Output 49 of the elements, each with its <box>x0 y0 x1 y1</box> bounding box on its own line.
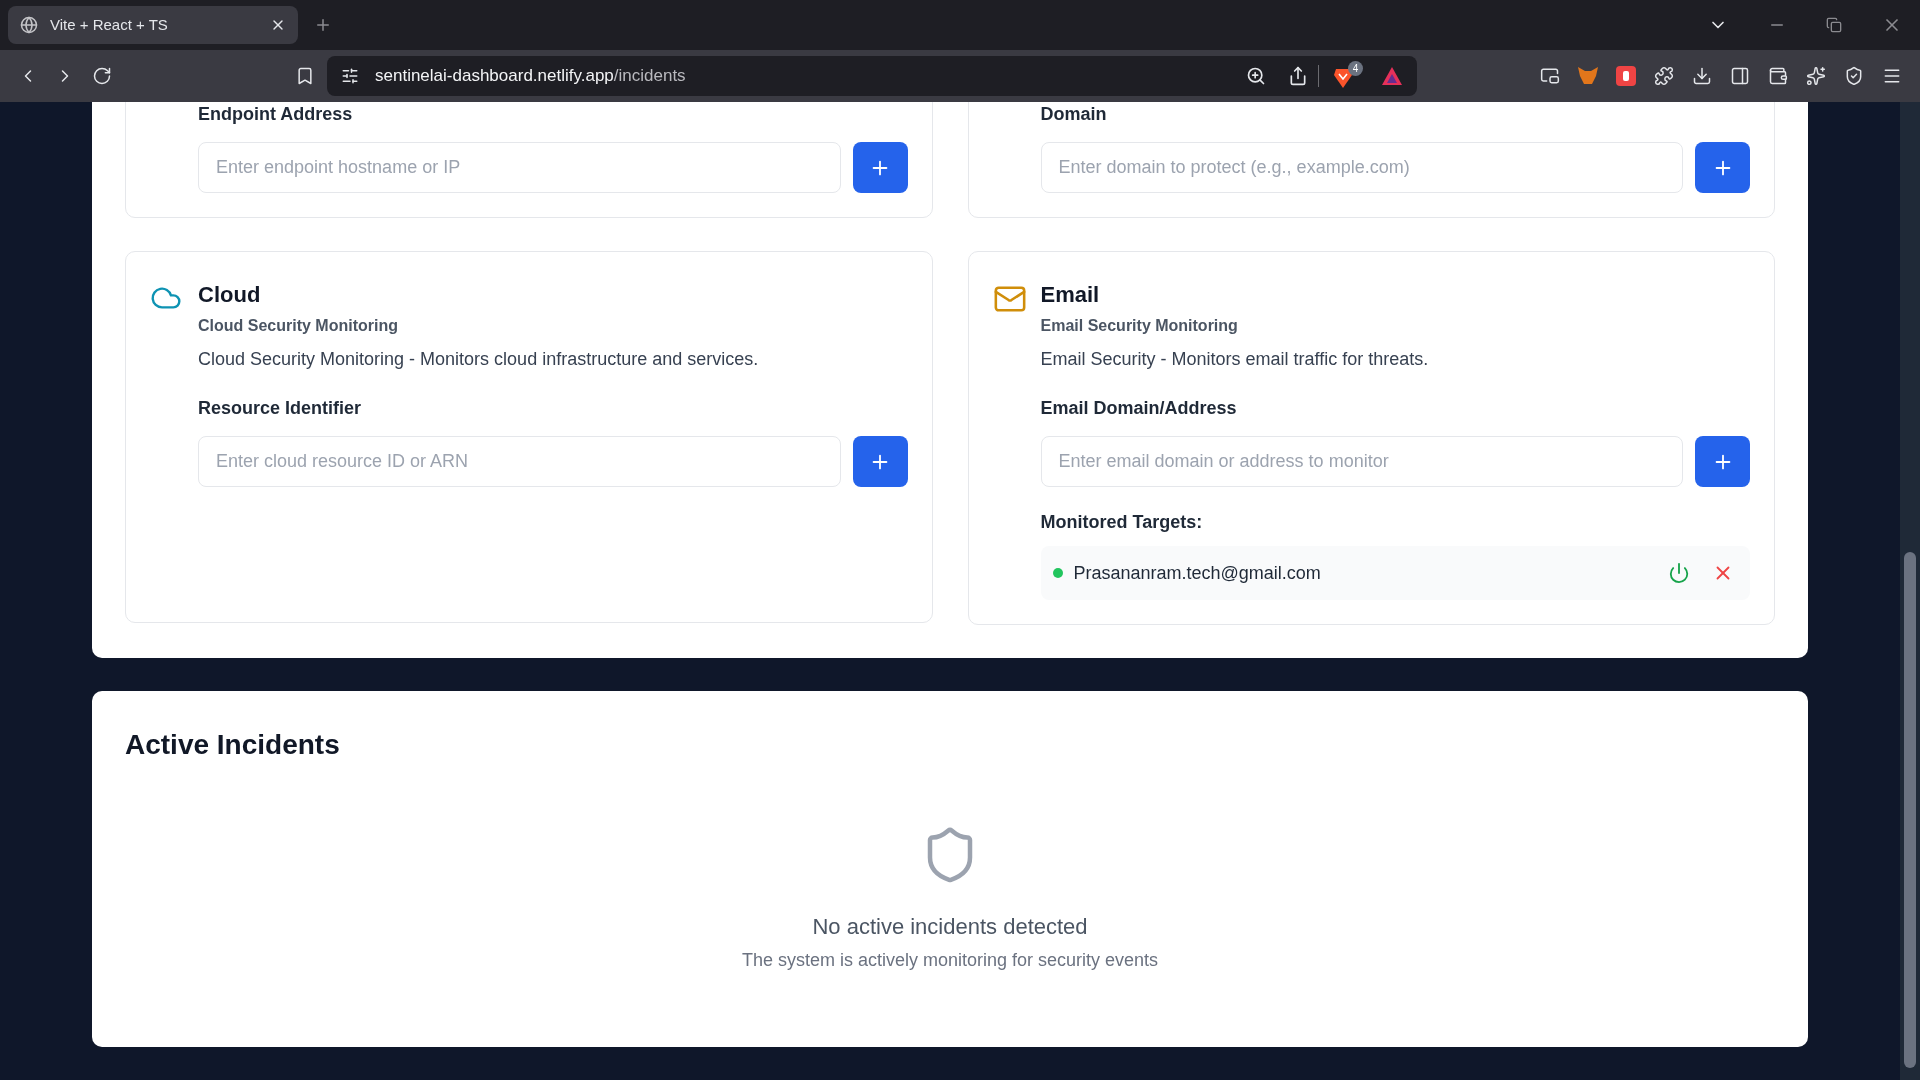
sparkles-icon[interactable] <box>1806 66 1826 86</box>
restore-icon[interactable] <box>1826 17 1842 33</box>
target-address: Prasananram.tech@gmail.com <box>1073 561 1322 585</box>
card-subtitle: Email Security Monitoring <box>1040 316 1239 336</box>
browser-tab[interactable]: Vite + React + TS <box>8 6 298 44</box>
card-description: Email Security - Monitors email traffic for threats. <box>1040 348 1430 371</box>
field-label: Endpoint Address <box>198 103 354 126</box>
input-field[interactable]: Enter domain to protect (e.g., example.com) <box>1040 142 1683 193</box>
triangle-icon[interactable] <box>1381 66 1403 86</box>
panel-title: Active Incidents <box>125 728 341 762</box>
add-button[interactable] <box>852 142 908 193</box>
sidebar-icon[interactable] <box>1730 66 1750 86</box>
card-title: Cloud <box>198 281 262 309</box>
menu-icon[interactable] <box>1882 66 1902 86</box>
reload-icon[interactable] <box>92 66 112 86</box>
site-settings-icon[interactable] <box>341 67 359 85</box>
add-button[interactable] <box>1695 142 1750 193</box>
input-field[interactable]: Enter email domain or address to monitor <box>1040 436 1683 487</box>
input-field[interactable]: Enter endpoint hostname or IP <box>198 142 841 193</box>
shields-button[interactable]: 4 <box>1333 61 1363 91</box>
shield-icon[interactable] <box>1844 66 1864 86</box>
power-icon <box>1668 562 1690 584</box>
add-button[interactable] <box>1695 436 1750 487</box>
field-label: Resource Identifier <box>198 397 363 420</box>
empty-subtitle: The system is actively monitoring for security events <box>741 949 1159 972</box>
card-description: Cloud Security Monitoring - Monitors cloud infrastructure and services. <box>198 348 760 371</box>
globe-icon <box>20 16 38 34</box>
targets-label: Monitored Targets: <box>1040 511 1204 534</box>
card-subtitle: Cloud Security Monitoring <box>198 316 399 336</box>
field-label: Domain <box>1040 103 1108 126</box>
shields-badge: 4 <box>1348 61 1363 76</box>
field-label: Email Domain/Address <box>1040 397 1238 420</box>
scrollbar[interactable] <box>1900 102 1920 1080</box>
scrollbar-thumb[interactable] <box>1904 552 1916 1068</box>
empty-title: No active incidents detected <box>812 913 1088 941</box>
puzzle-icon[interactable] <box>1654 66 1674 86</box>
url-text: sentinelai-dashboard.netlify.app/incidents <box>375 65 686 88</box>
add-button[interactable] <box>852 436 908 487</box>
input-field[interactable]: Enter cloud resource ID or ARN <box>198 436 841 487</box>
new-tab-icon[interactable] <box>314 16 332 34</box>
picture-in-picture-icon[interactable] <box>1540 66 1560 86</box>
share-icon[interactable] <box>1288 66 1308 86</box>
bookmark-icon[interactable] <box>295 66 315 86</box>
card-title: Email <box>1040 281 1101 309</box>
wallet-icon[interactable] <box>1768 66 1788 86</box>
address-bar[interactable]: sentinelai-dashboard.netlify.app/incidents 4 <box>327 56 1417 96</box>
download-icon[interactable] <box>1692 66 1712 86</box>
zoom-icon[interactable] <box>1246 66 1266 86</box>
tab-title: Vite + React + TS <box>50 14 169 35</box>
